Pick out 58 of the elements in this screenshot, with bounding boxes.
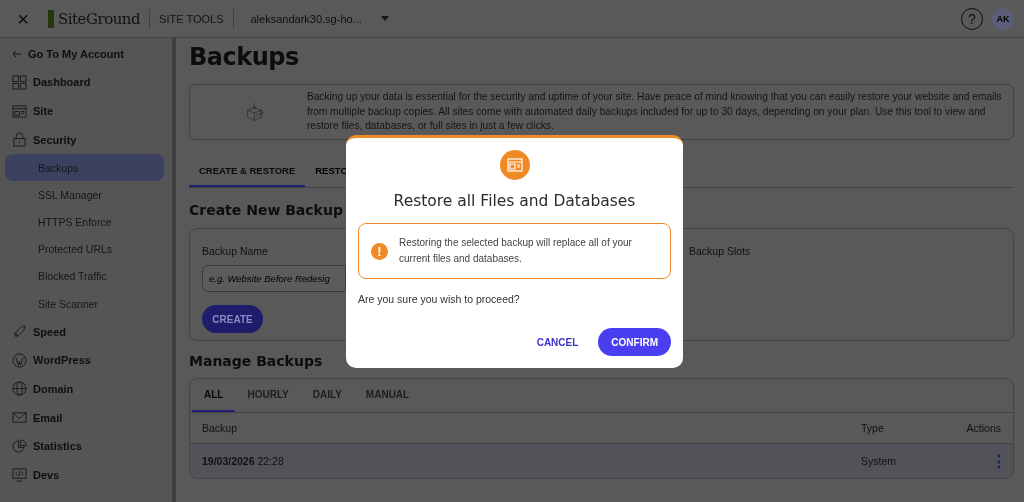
section-title: Create New Backup xyxy=(189,201,344,219)
globe-icon xyxy=(12,381,27,397)
section-title: Manage Backups xyxy=(189,352,324,370)
sidebar-item[interactable]: Blocked Traffic xyxy=(5,262,164,290)
pie-chart-icon xyxy=(12,438,27,454)
section-label: SITE TOOLS xyxy=(159,12,224,25)
sidebar-item[interactable]: Dashboard xyxy=(0,68,172,97)
sidebar-item[interactable]: SSL Manager xyxy=(5,181,164,209)
sidebar-item[interactable]: Backups xyxy=(5,154,164,182)
sidebar-item[interactable]: Speed xyxy=(0,317,172,346)
rocket-icon xyxy=(12,324,27,340)
user-avatar[interactable]: AK xyxy=(992,7,1014,30)
brand-logo: SiteGround xyxy=(48,9,141,28)
envelope-icon xyxy=(12,410,27,426)
sidebar-item[interactable]: Security xyxy=(0,125,172,155)
column-header: Backup xyxy=(202,422,239,434)
filter-tab[interactable]: DAILY xyxy=(300,379,354,412)
close-button[interactable]: × xyxy=(14,8,32,29)
sidebar-item[interactable]: Email xyxy=(0,403,172,432)
warning-text: Restoring the selected backup will replace all of your current files and databases. xyxy=(399,236,633,266)
column-header: Actions xyxy=(965,422,1001,434)
sidebar-item[interactable]: HTTPS Enforce xyxy=(5,208,164,236)
filter-tab[interactable]: HOURLY xyxy=(235,379,301,412)
browser-window-icon xyxy=(499,150,530,180)
sidebar-item[interactable]: Site Scanner xyxy=(5,290,164,318)
sidebar-item[interactable]: WordPress xyxy=(0,345,172,375)
backup-name-field[interactable]: e.g. Website Before Redesig xyxy=(202,265,346,292)
confirm-question: Are you sure you wish to proceed? xyxy=(358,293,520,305)
filter-tab[interactable]: ALL xyxy=(192,379,236,412)
lock-icon xyxy=(12,132,27,148)
caret-icon xyxy=(379,15,390,22)
sidebar-item[interactable]: Site xyxy=(0,96,172,126)
grid-icon xyxy=(12,74,27,90)
cancel-button[interactable]: CANCEL xyxy=(536,336,579,348)
create-button[interactable]: CREATE xyxy=(202,305,263,333)
sidebar-item[interactable]: Devs xyxy=(0,460,172,490)
site-selector[interactable]: aleksandark30.sg-ho... xyxy=(250,12,390,25)
filter-tab[interactable]: MANUAL xyxy=(353,379,422,412)
intro-text: Backing up your data is essential for the security and uptime of your site. Have peace of mind knowing that you can easily restore your website and emails from multiple backup copies. All sites come with automated daily backups included for up to 30 days, depending on your plan. Use this tool to view and restore files, databases, or full sites in just a few clicks. xyxy=(306,90,1003,134)
arrow-left-icon xyxy=(12,50,22,58)
sidebar-item[interactable]: Statistics xyxy=(0,431,172,461)
wordpress-icon xyxy=(12,352,27,368)
dialog-title: Restore all Files and Databases xyxy=(393,192,636,210)
type-cell-text: System xyxy=(861,455,897,467)
backup-date-cell-text: 19/03/2026 22:28 xyxy=(202,455,285,467)
layout-icon xyxy=(12,103,27,119)
actions-menu-button[interactable]: ⋮ xyxy=(991,451,1001,471)
column-header: Type xyxy=(861,422,885,434)
page-title: Backups xyxy=(189,42,300,72)
field-label: Backup Slots xyxy=(689,245,751,257)
back-link[interactable]: Go To My Account xyxy=(0,40,172,68)
warning-icon: ! xyxy=(371,242,388,260)
field-label: Backup Name xyxy=(202,245,268,257)
confirm-button[interactable]: CONFIRM xyxy=(598,328,671,356)
tab[interactable]: CREATE & RESTORE xyxy=(189,155,306,187)
sidebar-item[interactable]: Domain xyxy=(0,374,172,404)
sidebar-item[interactable]: Protected URLs xyxy=(5,235,164,263)
code-icon xyxy=(12,467,27,483)
